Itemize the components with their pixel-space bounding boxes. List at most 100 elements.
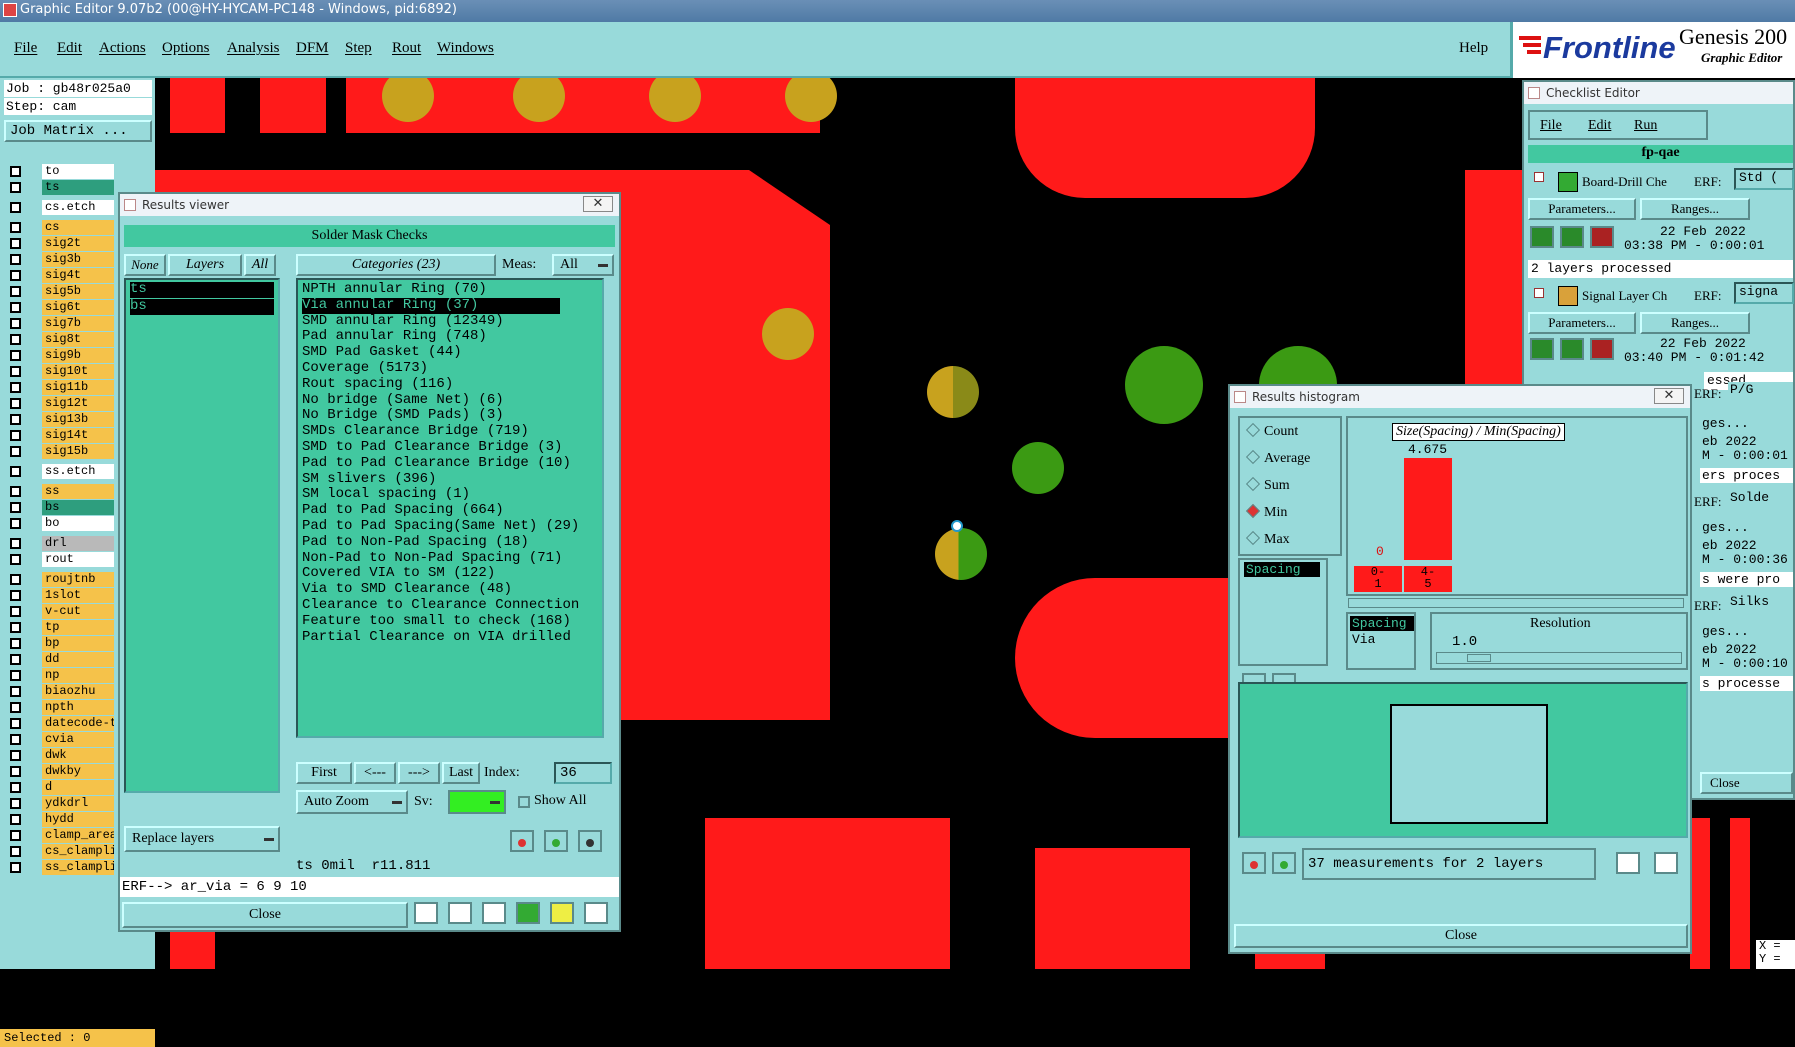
layer-checkbox[interactable] xyxy=(10,430,21,441)
layer-checkbox[interactable] xyxy=(10,734,21,745)
layers-button[interactable]: Layers xyxy=(168,254,242,276)
layer-name[interactable]: dd xyxy=(42,652,114,667)
layer-row[interactable]: ss xyxy=(6,484,114,499)
layer-name[interactable]: sig5b xyxy=(42,284,114,299)
layer-row[interactable]: hydd xyxy=(6,812,114,827)
ref-icon[interactable] xyxy=(1272,852,1296,874)
chart-icon[interactable] xyxy=(584,902,608,924)
layer-checkbox[interactable] xyxy=(10,518,21,529)
menu-rout[interactable]: Rout xyxy=(392,40,421,57)
category-item[interactable]: Partial Clearance on VIA drilled xyxy=(302,629,571,646)
layer-row[interactable]: sig15b xyxy=(6,444,114,459)
layer-checkbox[interactable] xyxy=(10,862,21,873)
category-item[interactable]: Coverage (5173) xyxy=(302,360,428,377)
menu-file[interactable]: File xyxy=(14,40,37,57)
category-item[interactable]: Via to SMD Clearance (48) xyxy=(302,581,512,598)
check-name[interactable]: Board-Drill Che xyxy=(1582,174,1690,190)
layer-checkbox[interactable] xyxy=(10,538,21,549)
layer-row[interactable]: sig6t xyxy=(6,300,114,315)
checklist-menu-edit[interactable]: Edit xyxy=(1588,118,1611,134)
layer-name[interactable]: sig6t xyxy=(42,300,114,315)
layer-row[interactable]: bp xyxy=(6,636,114,651)
layer-name[interactable]: bs xyxy=(42,500,114,515)
layer-checkbox[interactable] xyxy=(10,638,21,649)
layer-name[interactable]: roujtnb xyxy=(42,572,114,587)
layer-name[interactable]: cs.etch xyxy=(42,200,114,215)
green-tool-icon[interactable] xyxy=(516,902,540,924)
layer-row[interactable]: npth xyxy=(6,700,114,715)
run-icon[interactable] xyxy=(1560,226,1584,248)
min-radio[interactable]: Min xyxy=(1245,503,1287,521)
layer-checkbox[interactable] xyxy=(10,382,21,393)
layer-name[interactable]: dwk xyxy=(42,748,114,763)
menu-help[interactable]: Help xyxy=(1459,40,1488,57)
report-icon[interactable] xyxy=(1654,852,1678,874)
layer-row[interactable]: tp xyxy=(6,620,114,635)
close-icon[interactable]: ✕ xyxy=(1654,388,1684,404)
category-item[interactable]: SMD Pad Gasket (44) xyxy=(302,344,462,361)
layer-row[interactable]: bs xyxy=(6,500,114,515)
menu-analysis[interactable]: Analysis xyxy=(227,40,280,57)
report-icon[interactable] xyxy=(550,902,574,924)
category-item[interactable]: Clearance to Clearance Connection xyxy=(302,597,579,614)
layer-checkbox[interactable] xyxy=(10,622,21,633)
layer-checkbox[interactable] xyxy=(10,350,21,361)
layer-row[interactable]: rout xyxy=(6,552,114,567)
layer-name[interactable]: d xyxy=(42,780,114,795)
layer-name[interactable]: sig15b xyxy=(42,444,114,459)
none-button[interactable]: None xyxy=(124,254,166,276)
list-item[interactable]: bs xyxy=(130,298,274,315)
menu-step[interactable]: Step xyxy=(345,40,372,57)
category-item[interactable]: SMD annular Ring (12349) xyxy=(302,313,504,330)
layer-row[interactable]: dd xyxy=(6,652,114,667)
close-button[interactable]: Close xyxy=(122,902,408,928)
erf-input[interactable]: signa xyxy=(1734,282,1794,304)
layer-name[interactable]: drl xyxy=(42,536,114,551)
stop-icon[interactable] xyxy=(1590,226,1614,248)
last-button[interactable]: Last xyxy=(442,762,480,784)
layer-checkbox[interactable] xyxy=(10,446,21,457)
layer-row[interactable]: cs_clampli xyxy=(6,844,114,859)
layer-checkbox[interactable] xyxy=(10,222,21,233)
menu-edit[interactable]: Edit xyxy=(57,40,82,57)
bin-label[interactable]: 4- 5 xyxy=(1404,566,1452,592)
category-item[interactable]: Pad to Non-Pad Spacing (18) xyxy=(302,534,529,551)
layer-checkbox[interactable] xyxy=(10,654,21,665)
checklist-menu-file[interactable]: File xyxy=(1540,118,1562,134)
horizontal-scrollbar[interactable] xyxy=(1348,598,1684,608)
layer-checkbox[interactable] xyxy=(10,574,21,585)
layer-name[interactable]: hydd xyxy=(42,812,114,827)
layer-row[interactable]: ss.etch xyxy=(6,464,114,479)
layer-row[interactable]: sig2t xyxy=(6,236,114,251)
layer-name[interactable]: sig9b xyxy=(42,348,114,363)
layer-name[interactable]: cs_clampli xyxy=(42,844,114,859)
category-item[interactable]: SMD to Pad Clearance Bridge (3) xyxy=(302,439,562,456)
check-checkbox[interactable] xyxy=(1534,288,1544,298)
layer-checkbox[interactable] xyxy=(10,318,21,329)
all-button[interactable]: All xyxy=(244,254,276,276)
category-item[interactable]: Via annular Ring (37) xyxy=(302,297,560,314)
layer-checkbox[interactable] xyxy=(10,830,21,841)
layer-checkbox[interactable] xyxy=(10,750,21,761)
erf-input[interactable]: Std ( xyxy=(1734,168,1794,190)
layer-checkbox[interactable] xyxy=(10,798,21,809)
parameters-button[interactable]: Parameters... xyxy=(1528,198,1636,220)
layer-checkbox[interactable] xyxy=(10,254,21,265)
layer-row[interactable]: sig3b xyxy=(6,252,114,267)
layer-name[interactable]: ts xyxy=(42,180,114,195)
menu-windows[interactable]: Windows xyxy=(437,40,494,57)
ref-icon[interactable] xyxy=(544,830,568,852)
layer-name[interactable]: sig10t xyxy=(42,364,114,379)
layer-row[interactable]: sig7b xyxy=(6,316,114,331)
auto-zoom-select[interactable]: Auto Zoom xyxy=(296,790,408,814)
average-radio[interactable]: Average xyxy=(1245,449,1310,467)
layer-name[interactable]: sig7b xyxy=(42,316,114,331)
run-icon[interactable] xyxy=(1530,338,1554,360)
sum-radio[interactable]: Sum xyxy=(1245,476,1290,494)
histogram-close-button[interactable]: Close xyxy=(1234,924,1688,948)
layer-name[interactable]: to xyxy=(42,164,114,179)
layer-name[interactable]: sig3b xyxy=(42,252,114,267)
stop-icon[interactable] xyxy=(1590,338,1614,360)
layer-checkbox[interactable] xyxy=(10,502,21,513)
layer-row[interactable]: cvia xyxy=(6,732,114,747)
